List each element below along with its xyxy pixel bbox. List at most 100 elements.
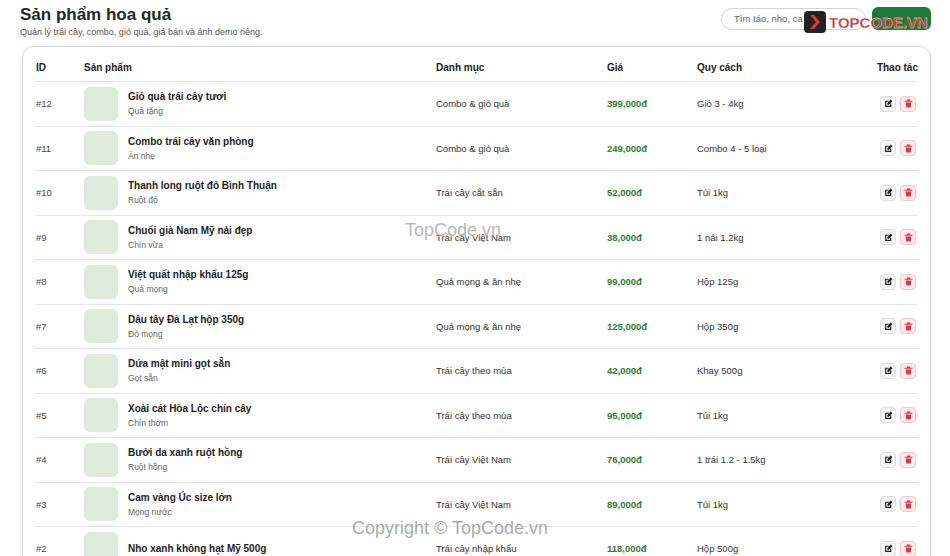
delete-button[interactable] xyxy=(900,363,916,379)
edit-icon xyxy=(884,500,893,509)
product-name: Giỏ quà trái cây tươi xyxy=(128,91,226,102)
edit-button[interactable] xyxy=(880,185,896,201)
price-cell: 118,000đ xyxy=(606,543,696,554)
product-name: Nho xanh không hạt Mỹ 500g xyxy=(128,543,266,554)
table-row[interactable]: #12Giỏ quà trái cây tươiQuà tặngCombo & … xyxy=(35,82,918,127)
delete-button[interactable] xyxy=(900,541,916,556)
edit-button[interactable] xyxy=(880,541,896,556)
row-id: #9 xyxy=(35,232,83,243)
actions-cell xyxy=(858,229,918,245)
table-row[interactable]: #9Chuối già Nam Mỹ nải đẹpChín vừaTrái c… xyxy=(35,216,918,261)
edit-button[interactable] xyxy=(880,229,896,245)
edit-icon xyxy=(884,455,893,464)
price-cell: 99,000đ xyxy=(606,276,696,287)
table-header: IDSản phẩmDanh mụcGiáQuy cáchThao tác xyxy=(35,53,918,82)
actions-cell xyxy=(858,541,918,556)
watermark-copyright: Copyright © TopCode.vn xyxy=(352,518,548,539)
edit-button[interactable] xyxy=(880,496,896,512)
row-id: #10 xyxy=(35,187,83,198)
category-cell: Combo & giỏ quà xyxy=(435,143,606,154)
table-row[interactable]: #10Thanh long ruột đỏ Bình ThuậnRuột đỏT… xyxy=(35,171,918,216)
table-row[interactable]: #2 Nho xanh không hạt Mỹ 500g Trái cây nhậ… xyxy=(35,527,918,556)
edit-button[interactable] xyxy=(880,407,896,423)
column-header: ID xyxy=(35,62,83,73)
delete-button[interactable] xyxy=(900,496,916,512)
heading: Sản phẩm hoa quảQuản lý trái cây, combo,… xyxy=(20,4,262,38)
trash-icon xyxy=(904,544,913,553)
edit-icon xyxy=(884,322,893,331)
actions-cell xyxy=(858,407,918,423)
delete-button[interactable] xyxy=(900,229,916,245)
category-cell: Trái cây Việt Nam xyxy=(435,232,606,243)
row-id: #12 xyxy=(35,98,83,109)
spec-cell: Túi 1kg xyxy=(696,499,858,510)
product-name: Xoài cát Hòa Lộc chín cây xyxy=(128,403,251,414)
watermark-logo: TOPCODE.VN xyxy=(803,10,928,34)
table-row[interactable]: #8Việt quất nhập khẩu 125gQuả mọngQuả mọ… xyxy=(35,260,918,305)
product-cell: Việt quất nhập khẩu 125gQuả mọng xyxy=(83,265,435,299)
spec-cell: Túi 1kg xyxy=(696,410,858,421)
trash-icon xyxy=(904,322,913,331)
page-subtitle: Quản lý trái cây, combo, giỏ quà, giá bá… xyxy=(20,26,262,38)
watermark-text: TopCode.vn xyxy=(405,220,501,241)
actions-cell xyxy=(858,496,918,512)
product-note: Gọt sẵn xyxy=(128,373,230,383)
product-photo xyxy=(84,265,118,299)
edit-button[interactable] xyxy=(880,140,896,156)
delete-button[interactable] xyxy=(900,185,916,201)
edit-button[interactable] xyxy=(880,96,896,112)
actions-cell xyxy=(858,140,918,156)
page-header: Sản phẩm hoa quảQuản lý trái cây, combo,… xyxy=(0,0,950,42)
category-cell: Trái cây nhập khẩu xyxy=(435,543,606,554)
price-cell: 249,000đ xyxy=(606,143,696,154)
product-photo xyxy=(84,87,118,121)
product-name: Cam vàng Úc size lớn xyxy=(128,492,232,503)
actions-cell xyxy=(858,96,918,112)
product-photo xyxy=(84,309,118,343)
product-photo xyxy=(84,220,118,254)
edit-button[interactable] xyxy=(880,452,896,468)
row-id: #11 xyxy=(35,143,83,154)
delete-button[interactable] xyxy=(900,452,916,468)
trash-icon xyxy=(904,500,913,509)
table-row[interactable]: #6Dứa mật mini gọt sẵnGọt sẵnTrái cây th… xyxy=(35,349,918,394)
edit-icon xyxy=(884,411,893,420)
edit-icon xyxy=(884,144,893,153)
trash-icon xyxy=(904,277,913,286)
price-cell: 76,000đ xyxy=(606,454,696,465)
category-cell: Trái cây theo mùa xyxy=(435,410,606,421)
product-note: Quả mọng xyxy=(128,284,248,294)
delete-button[interactable] xyxy=(900,96,916,112)
delete-button[interactable] xyxy=(900,407,916,423)
product-cell: Cam vàng Úc size lớnMọng nước xyxy=(83,487,435,521)
edit-button[interactable] xyxy=(880,274,896,290)
search-input[interactable] xyxy=(721,8,866,30)
trash-icon xyxy=(904,233,913,242)
price-cell: 52,000đ xyxy=(606,187,696,198)
delete-button[interactable] xyxy=(900,318,916,334)
actions-cell xyxy=(858,274,918,290)
table-row[interactable]: #7Dâu tây Đà Lạt hộp 350gĐỏ mọngQuả mọng… xyxy=(35,305,918,350)
row-id: #2 xyxy=(35,543,83,554)
trash-icon xyxy=(904,366,913,375)
table-row[interactable]: #11Combo trái cây văn phòngĂn nhẹCombo &… xyxy=(35,127,918,172)
price-cell: 89,000đ xyxy=(606,499,696,510)
trash-icon xyxy=(904,411,913,420)
spec-cell: Khay 500g xyxy=(696,365,858,376)
edit-button[interactable] xyxy=(880,363,896,379)
product-name: Dứa mật mini gọt sẵn xyxy=(128,358,230,369)
trash-icon xyxy=(904,144,913,153)
edit-button[interactable] xyxy=(880,318,896,334)
add-button[interactable] xyxy=(872,7,931,30)
product-photo xyxy=(84,487,118,521)
delete-button[interactable] xyxy=(900,274,916,290)
product-table-card: IDSản phẩmDanh mụcGiáQuy cáchThao tác #12… xyxy=(22,46,931,556)
table-row[interactable]: #5Xoài cát Hòa Lộc chín câyChín thơmTrái… xyxy=(35,394,918,439)
actions-cell xyxy=(858,185,918,201)
product-note: Chín vừa xyxy=(128,240,252,250)
product-cell: Chuối già Nam Mỹ nải đẹpChín vừa xyxy=(83,220,435,254)
table-row[interactable]: #4Bưởi da xanh ruột hồngRuột hồngTrái câ… xyxy=(35,438,918,483)
product-note: Đỏ mọng xyxy=(128,329,244,339)
table-row[interactable]: #3Cam vàng Úc size lớnMọng nướcTrái cây … xyxy=(35,483,918,528)
delete-button[interactable] xyxy=(900,140,916,156)
